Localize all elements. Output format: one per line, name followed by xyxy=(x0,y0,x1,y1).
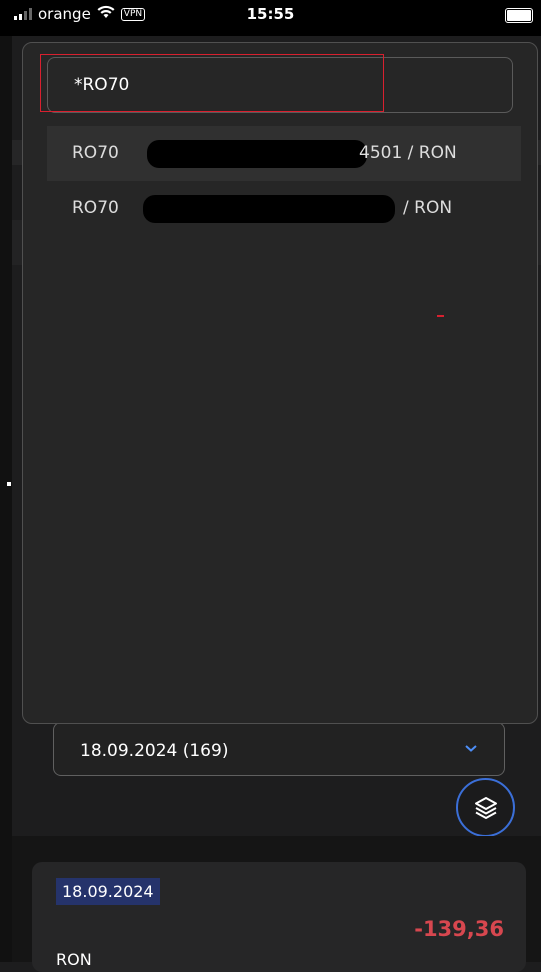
option-suffix: 4501 / RON xyxy=(359,143,457,163)
transaction-amount: -139,36 xyxy=(414,917,504,941)
date-select[interactable]: 18.09.2024 (169) xyxy=(53,722,505,776)
transaction-currency: RON xyxy=(56,950,92,969)
option-prefix: RO70 xyxy=(72,198,119,218)
option-suffix: / RON xyxy=(403,198,453,218)
option-prefix: RO70 xyxy=(72,143,119,163)
layers-button[interactable] xyxy=(456,778,515,837)
clock: 15:55 xyxy=(246,5,295,23)
annotation-highlight xyxy=(40,54,384,112)
page-edge xyxy=(0,36,12,962)
status-bar: orange VPN 15:55 xyxy=(0,0,541,36)
redaction xyxy=(143,195,395,223)
account-search-dropdown: *RO70 RO70 4501 / RON RO70 / RON xyxy=(22,42,538,724)
layers-icon xyxy=(475,797,497,819)
account-option[interactable]: RO70 4501 / RON xyxy=(47,126,521,181)
transaction-card[interactable]: 18.09.2024 -139,36 RON xyxy=(32,862,526,972)
transaction-date: 18.09.2024 xyxy=(56,878,160,905)
red-mark xyxy=(437,315,444,317)
chevron-down-icon xyxy=(464,737,478,758)
battery-icon xyxy=(505,8,533,23)
account-option[interactable]: RO70 / RON xyxy=(47,181,521,236)
page-dot xyxy=(7,482,11,486)
date-select-value: 18.09.2024 (169) xyxy=(80,741,229,761)
redaction xyxy=(147,140,367,168)
